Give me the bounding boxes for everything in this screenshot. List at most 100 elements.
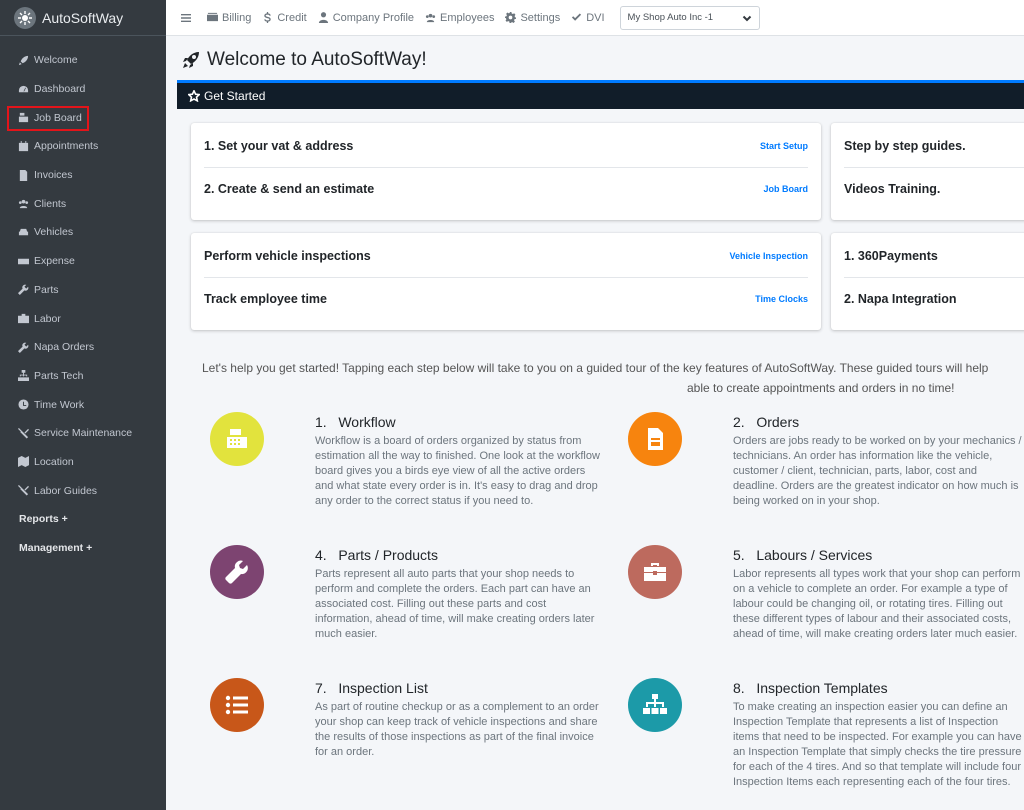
- gauge-icon: [17, 83, 29, 95]
- integrations-card: 1. 360Payments 2. Napa Integration: [831, 233, 1024, 330]
- sidebar-item-napa-orders[interactable]: Napa Orders: [0, 333, 166, 362]
- rocket-icon: [183, 52, 199, 68]
- estimate-row: 2. Create & send an estimate Job Board: [204, 167, 808, 209]
- sidebar-item-vehicles[interactable]: Vehicles: [0, 218, 166, 247]
- hamburger-menu-icon[interactable]: [180, 12, 196, 24]
- sidebar-item-expense[interactable]: Expense: [0, 247, 166, 276]
- brand[interactable]: AutoSoftWay: [0, 0, 166, 36]
- sidebar-item-invoices[interactable]: Invoices: [0, 161, 166, 190]
- videos-row[interactable]: Videos Training.: [844, 167, 1024, 209]
- get-started-bar: Get Started: [177, 80, 1024, 109]
- star-icon: [188, 90, 200, 102]
- feature-description: Parts represent all auto parts that your…: [315, 568, 595, 640]
- sidebar-section-reports[interactable]: Reports +: [0, 505, 166, 534]
- sidebar-item-service-maintenance[interactable]: Service Maintenance: [0, 419, 166, 448]
- invoice-icon: [17, 169, 29, 181]
- payments-row[interactable]: 1. 360Payments: [844, 235, 1024, 277]
- users-icon: [17, 198, 29, 210]
- dollar-icon: [264, 12, 272, 23]
- cash-register-icon: [17, 112, 29, 124]
- videos-row-label: Videos Training.: [844, 181, 941, 196]
- document-icon: [648, 428, 663, 450]
- top-navbar: Billing Credit Company Profile Employees…: [166, 0, 1024, 36]
- users-icon: [425, 13, 436, 23]
- toolbox-icon: [17, 313, 29, 325]
- intro-line-2: able to create appointments and orders i…: [687, 381, 955, 395]
- feature-description: Orders are jobs ready to be worked on by…: [733, 435, 1022, 507]
- sidebar-item-dashboard[interactable]: Dashboard: [0, 75, 166, 104]
- shop-select-value: My Shop Auto Inc -1: [627, 12, 714, 23]
- feature-description: Labor represents all types work that you…: [733, 568, 1021, 640]
- job-board-link[interactable]: Job Board: [763, 184, 808, 194]
- feature-title: 7. Inspection List: [315, 680, 428, 696]
- setup-row: 1. Set your vat & address Start Setup: [204, 125, 808, 167]
- sidebar-item-label: Napa Orders: [34, 341, 95, 354]
- start-setup-link[interactable]: Start Setup: [760, 141, 808, 151]
- sidebar-item-welcome[interactable]: Welcome: [0, 46, 166, 75]
- brand-name: AutoSoftWay: [42, 9, 124, 26]
- nav-company-profile[interactable]: Company Profile: [318, 12, 414, 24]
- nav-dvi[interactable]: DVI: [571, 12, 605, 24]
- wrench-icon: [225, 560, 248, 584]
- sidebar-item-clients[interactable]: Clients: [0, 189, 166, 218]
- sidebar-section-management[interactable]: Management +: [0, 534, 166, 563]
- nav-billing[interactable]: Billing: [207, 12, 251, 24]
- sidebar-item-label: Parts Tech: [34, 369, 84, 382]
- calendar-check-icon: [17, 140, 29, 152]
- sidebar-item-label: Service Maintenance: [34, 427, 133, 440]
- sitemap-icon: [643, 694, 667, 714]
- user-icon: [318, 12, 328, 23]
- estimate-row-label: 2. Create & send an estimate: [204, 181, 375, 196]
- napa-row-label: 2. Napa Integration: [844, 291, 957, 306]
- feature-icon-circle: [210, 545, 264, 599]
- sidebar-item-label: Labor Guides: [34, 484, 98, 497]
- map-icon: [17, 456, 29, 468]
- setup-card: 1. Set your vat & address Start Setup 2.…: [191, 123, 821, 220]
- sidebar-item-parts[interactable]: Parts: [0, 276, 166, 305]
- guides-row-label: Step by step guides.: [844, 139, 966, 153]
- sidebar-item-parts-tech[interactable]: Parts Tech: [0, 362, 166, 391]
- setup-row-label: 1. Set your vat & address: [204, 139, 354, 153]
- sidebar-item-labor[interactable]: Labor: [0, 304, 166, 333]
- sidebar-item-label: Vehicles: [34, 226, 74, 239]
- sidebar-item-job-board[interactable]: Job Board: [0, 103, 166, 132]
- shop-select[interactable]: My Shop Auto Inc -1: [619, 5, 760, 30]
- vehicle-inspection-link[interactable]: Vehicle Inspection: [729, 251, 808, 261]
- chevron-down-icon: [742, 15, 751, 21]
- sidebar-item-label: Expense: [34, 255, 75, 268]
- sidebar-item-appointments[interactable]: Appointments: [0, 132, 166, 161]
- sidebar-item-label: Dashboard: [34, 83, 86, 96]
- employee-time-row: Track employee time Time Clocks: [204, 277, 808, 319]
- feature-icon-circle: [210, 412, 264, 466]
- feature-title: 4. Parts / Products: [315, 547, 438, 563]
- toolbox-icon: [644, 563, 666, 581]
- gear-icon: [505, 12, 517, 23]
- guides-row[interactable]: Step by step guides.: [844, 125, 1024, 167]
- nav-employees[interactable]: Employees: [425, 12, 494, 24]
- sidebar-item-label: Time Work: [34, 398, 85, 411]
- inspections-row-label: Perform vehicle inspections: [204, 249, 371, 263]
- sidebar-item-location[interactable]: Location: [0, 448, 166, 477]
- nav-settings[interactable]: Settings: [505, 12, 560, 24]
- wrench-icon: [17, 341, 29, 353]
- clock-icon: [17, 399, 29, 411]
- napa-row[interactable]: 2. Napa Integration: [844, 277, 1024, 319]
- inspections-card: Perform vehicle inspections Vehicle Insp…: [191, 233, 821, 330]
- time-clocks-link[interactable]: Time Clocks: [755, 294, 808, 304]
- employee-time-row-label: Track employee time: [204, 291, 327, 306]
- nav-credit[interactable]: Credit: [262, 12, 307, 24]
- tools-icon: [17, 427, 29, 439]
- sidebar-item-label: Location: [34, 455, 74, 468]
- rocket-icon: [17, 54, 29, 66]
- payments-row-label: 1. 360Payments: [844, 249, 938, 263]
- sidebar-item-label: Labor: [34, 312, 61, 325]
- brand-logo-icon: [14, 6, 36, 29]
- billing-icon: [207, 12, 218, 22]
- feature-icon-circle: [628, 545, 682, 599]
- sidebar-item-labor-guides[interactable]: Labor Guides: [0, 476, 166, 505]
- check-icon: [572, 13, 582, 21]
- sidebar-item-label: Job Board: [34, 111, 82, 124]
- sidebar-item-label: Clients: [34, 197, 67, 210]
- sitemap-icon: [17, 370, 29, 382]
- sidebar-item-time-work[interactable]: Time Work: [0, 390, 166, 419]
